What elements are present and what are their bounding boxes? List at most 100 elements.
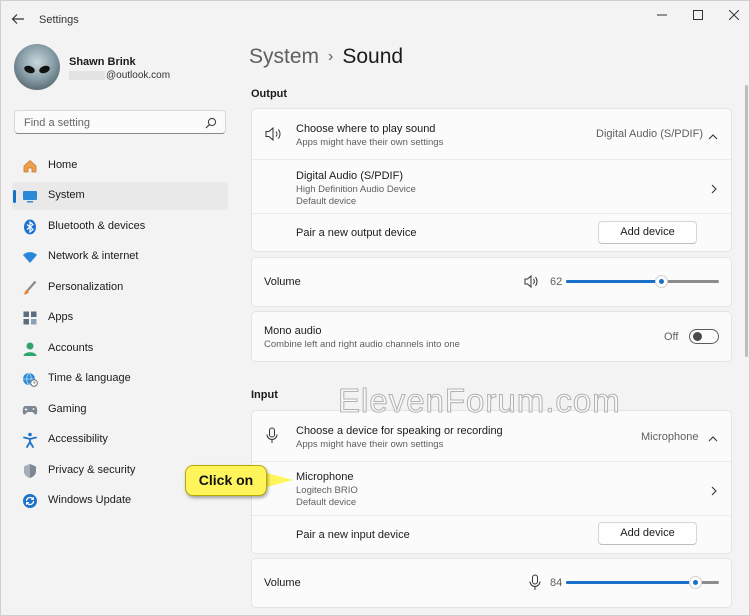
accounts-icon	[22, 341, 38, 357]
add-input-device-button[interactable]: Add device	[598, 522, 697, 545]
callout-arrow	[263, 472, 293, 488]
user-email: @outlook.com	[69, 70, 170, 81]
microphone-volume-icon[interactable]	[529, 574, 541, 596]
user-name: Shawn Brink	[69, 56, 136, 68]
avatar[interactable]	[14, 44, 60, 90]
input-volume-value: 84	[550, 577, 563, 589]
output-selected-device: Digital Audio (S/PDIF)	[596, 128, 703, 140]
globe-clock-icon	[22, 371, 38, 387]
sidebar-item-label: Accounts	[48, 342, 94, 354]
pair-input-label: Pair a new input device	[296, 529, 410, 541]
chevron-right-icon[interactable]	[709, 483, 719, 496]
system-icon	[22, 188, 38, 204]
accessibility-icon	[22, 432, 38, 448]
add-output-device-button[interactable]: Add device	[598, 221, 697, 244]
watermark: ElevenForum.com	[338, 382, 621, 420]
breadcrumb: System › Sound	[249, 45, 403, 69]
input-volume-label: Volume	[264, 577, 301, 589]
output-device-row[interactable]: Digital Audio (S/PDIF) High Definition A…	[252, 160, 731, 213]
input-selected-device: Microphone	[641, 431, 699, 443]
output-choose-subtitle: Apps might have their own settings	[296, 137, 444, 148]
pair-input-row: Pair a new input device Add device	[252, 516, 731, 554]
output-device-description: High Definition Audio Device	[296, 184, 416, 195]
title-bar: Settings	[1, 1, 749, 39]
input-device-name: Microphone	[296, 471, 354, 483]
search-input[interactable]	[22, 114, 206, 132]
sidebar-item-label: Network & internet	[48, 250, 139, 262]
sidebar-item-bluetooth[interactable]: Bluetooth & devices	[12, 213, 228, 241]
output-card: Choose where to play sound Apps might ha…	[251, 108, 732, 252]
callout-bubble: Click on	[185, 465, 267, 496]
email-redaction	[69, 70, 105, 80]
mono-audio-card: Mono audio Combine left and right audio …	[251, 311, 732, 362]
input-device-row[interactable]: Microphone Logitech BRIO Default device	[252, 462, 731, 515]
back-arrow-icon[interactable]	[11, 12, 29, 28]
wifi-icon	[22, 249, 38, 265]
sidebar-item-personalization[interactable]: Personalization	[12, 274, 228, 302]
gamepad-icon	[22, 402, 38, 418]
sidebar-item-time-language[interactable]: Time & language	[12, 365, 228, 393]
user-email-domain: @outlook.com	[106, 70, 171, 81]
brush-icon	[22, 280, 38, 296]
microphone-icon	[266, 427, 278, 449]
output-choose-row[interactable]: Choose where to play sound Apps might ha…	[252, 109, 731, 159]
sidebar-item-gaming[interactable]: Gaming	[12, 396, 228, 424]
output-device-status: Default device	[296, 196, 357, 207]
chevron-up-icon[interactable]	[708, 431, 718, 442]
slider-thumb[interactable]	[689, 576, 702, 589]
sidebar-item-label: Windows Update	[48, 494, 132, 506]
shield-icon	[22, 463, 38, 479]
sidebar-item-label: Time & language	[48, 372, 131, 384]
close-icon[interactable]	[721, 5, 747, 27]
update-icon	[22, 493, 38, 509]
sidebar-item-network[interactable]: Network & internet	[12, 243, 228, 271]
sidebar-item-home[interactable]: Home	[12, 152, 228, 180]
minimize-icon[interactable]	[649, 5, 675, 27]
sidebar-item-label: Home	[48, 159, 78, 171]
sidebar-item-accounts[interactable]: Accounts	[12, 335, 228, 363]
speaker-volume-icon[interactable]	[524, 274, 539, 293]
maximize-icon[interactable]	[685, 5, 711, 27]
output-volume-value: 62	[550, 276, 563, 288]
pair-output-row: Pair a new output device Add device	[252, 214, 731, 252]
sidebar-item-label: Bluetooth & devices	[48, 220, 146, 232]
slider-fill	[566, 581, 695, 584]
sidebar-item-label: Privacy & security	[48, 464, 136, 476]
toggle-knob	[693, 332, 702, 341]
input-choose-title: Choose a device for speaking or recordin…	[296, 425, 503, 437]
output-choose-title: Choose where to play sound	[296, 123, 436, 135]
input-choose-subtitle: Apps might have their own settings	[296, 439, 444, 450]
input-volume-card: Volume 84	[251, 558, 732, 608]
bluetooth-icon	[22, 219, 38, 235]
chevron-right-icon[interactable]	[709, 181, 719, 194]
page-title: Sound	[342, 45, 404, 68]
avatar-eye	[38, 64, 51, 75]
sidebar-item-label: Personalization	[48, 281, 124, 293]
mono-audio-title: Mono audio	[264, 325, 322, 337]
sidebar-item-accessibility[interactable]: Accessibility	[12, 426, 228, 454]
speaker-icon	[265, 126, 282, 146]
input-card: Choose a device for speaking or recordin…	[251, 410, 732, 554]
app-title: Settings	[39, 14, 79, 26]
sidebar-item-system[interactable]: System	[12, 182, 228, 210]
sidebar-item-label: System	[48, 189, 85, 201]
breadcrumb-parent[interactable]: System	[249, 45, 319, 68]
input-section-label: Input	[251, 389, 278, 401]
input-device-description: Logitech BRIO	[296, 485, 358, 496]
home-icon	[22, 158, 38, 174]
output-device-name: Digital Audio (S/PDIF)	[296, 170, 403, 182]
search-box[interactable]	[14, 110, 226, 134]
slider-thumb[interactable]	[655, 275, 668, 288]
scrollbar-thumb[interactable]	[745, 85, 748, 357]
apps-icon	[22, 310, 38, 326]
search-icon[interactable]	[205, 116, 217, 129]
avatar-eye	[23, 64, 36, 75]
chevron-up-icon[interactable]	[708, 129, 718, 140]
pair-output-label: Pair a new output device	[296, 227, 417, 239]
output-section-label: Output	[251, 88, 288, 100]
breadcrumb-separator: ›	[328, 48, 334, 65]
slider-fill	[566, 280, 661, 283]
output-volume-card: Volume 62	[251, 257, 732, 307]
mono-audio-toggle[interactable]	[689, 329, 719, 344]
sidebar-item-apps[interactable]: Apps	[12, 304, 228, 332]
